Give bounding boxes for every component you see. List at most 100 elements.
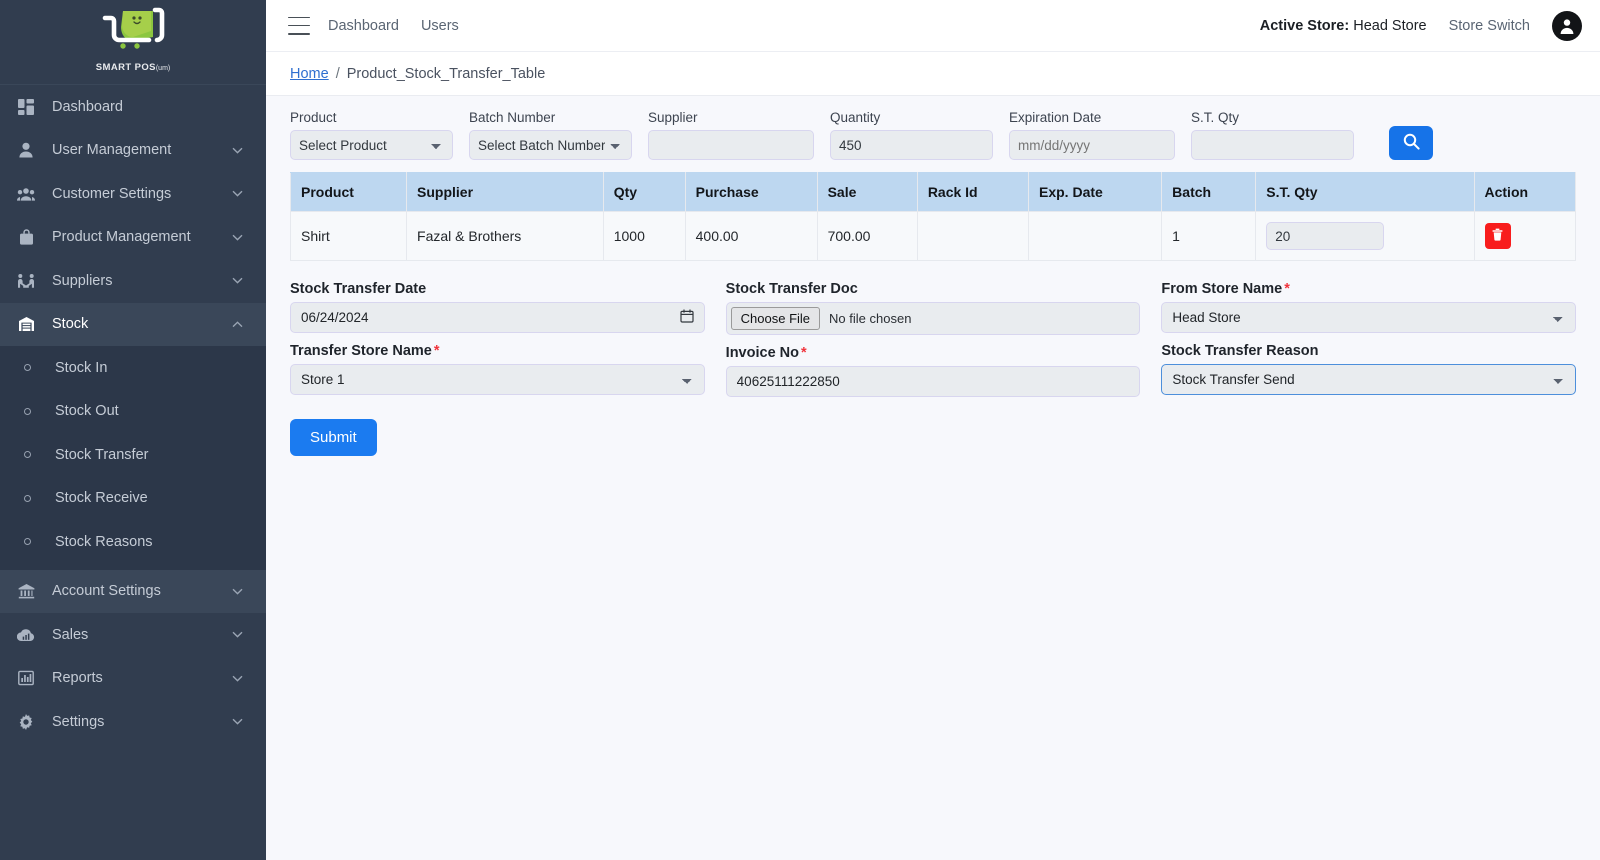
stock-submenu: Stock In Stock Out Stock Transfer Stock …: [0, 346, 266, 570]
hamburger-menu-icon[interactable]: [288, 16, 310, 35]
quantity-input[interactable]: [830, 130, 993, 160]
filter-quantity: Quantity: [830, 110, 993, 160]
invoice-no-input[interactable]: [725, 366, 1141, 397]
cell-action: [1473, 211, 1576, 261]
chevron-up-icon: [230, 321, 244, 328]
chevron-down-icon: [230, 190, 244, 197]
chevron-down-icon: [230, 631, 244, 638]
field-invoice-no: Invoice No *: [725, 345, 1141, 397]
file-status-text: No file chosen: [829, 311, 912, 326]
bar-chart-icon: [0, 670, 52, 686]
search-button[interactable]: [1389, 126, 1433, 160]
column-header-qty: Qty: [602, 172, 686, 212]
supplier-input[interactable]: [648, 130, 814, 160]
bullet-icon: [0, 451, 55, 459]
stock-transfer-reason-select[interactable]: Stock Transfer Send: [1161, 364, 1577, 395]
required-asterisk: *: [801, 345, 807, 361]
stock-transfer-table: Product Supplier Qty Purchase Sale Rack …: [289, 172, 1576, 261]
transfer-store-name-label: Transfer Store Name *: [290, 343, 440, 359]
top-header-right: Active Store: Head Store Store Switch: [1260, 10, 1582, 41]
filter-st-qty-label: S.T. Qty: [1191, 110, 1240, 125]
stock-transfer-date-input[interactable]: 06/24/2024: [290, 302, 705, 333]
stock-transfer-doc-label: Stock Transfer Doc: [725, 281, 858, 297]
sidebar-item-label: Reports: [52, 670, 103, 687]
brand-logo[interactable]: SMART POS(um): [0, 0, 266, 85]
sidebar-item-sales[interactable]: Sales: [0, 613, 266, 657]
transfer-store-name-select[interactable]: Store 1: [290, 364, 705, 395]
users-icon: [0, 186, 52, 202]
sidebar-item-account-settings[interactable]: Account Settings: [0, 569, 266, 613]
bullet-icon: [0, 494, 55, 502]
required-asterisk: *: [1284, 281, 1290, 297]
sidebar-subitem-stock-out[interactable]: Stock Out: [0, 390, 266, 434]
sidebar-subitem-stock-in[interactable]: Stock In: [0, 346, 266, 390]
filter-product: Product Select Product: [290, 110, 453, 160]
sidebar-subitem-stock-transfer[interactable]: Stock Transfer: [0, 433, 266, 477]
handshake-icon: [0, 273, 52, 289]
sidebar-item-label: User Management: [52, 142, 172, 159]
breadcrumb-home-link[interactable]: Home: [290, 66, 329, 82]
submit-button[interactable]: Submit: [290, 419, 377, 456]
filter-batch: Batch Number Select Batch Number: [469, 110, 632, 160]
column-header-exp-date: Exp. Date: [1027, 172, 1163, 212]
sidebar-item-product-management[interactable]: Product Management: [0, 216, 266, 260]
sidebar-nav: Dashboard User Management Customer Setti…: [0, 85, 266, 860]
cell-product: Shirt: [289, 211, 408, 261]
sidebar-item-label: Customer Settings: [52, 185, 172, 202]
sidebar-item-suppliers[interactable]: Suppliers: [0, 259, 266, 303]
batch-number-select[interactable]: Select Batch Number: [469, 130, 632, 160]
search-icon: [1403, 133, 1420, 153]
sidebar-subitem-stock-reasons[interactable]: Stock Reasons: [0, 520, 266, 564]
table-row: Shirt Fazal & Brothers 1000 400.00 700.0…: [289, 211, 1576, 261]
sidebar-item-dashboard[interactable]: Dashboard: [0, 85, 266, 129]
user-icon: [0, 142, 52, 158]
cell-qty: 1000: [602, 211, 686, 261]
column-header-product: Product: [289, 172, 408, 212]
topnav-link-dashboard[interactable]: Dashboard: [328, 18, 399, 34]
expiration-date-input[interactable]: [1009, 130, 1175, 160]
sidebar-subitem-label: Stock Out: [55, 403, 119, 420]
cell-batch: 1: [1161, 211, 1257, 261]
sidebar-item-label: Settings: [52, 713, 105, 730]
invoice-no-label: Invoice No *: [725, 345, 807, 361]
from-store-name-select[interactable]: Head Store: [1161, 302, 1577, 333]
filter-expiration-label: Expiration Date: [1009, 110, 1102, 125]
delete-row-button[interactable]: [1484, 223, 1511, 249]
sidebar-subitem-label: Stock Receive: [55, 490, 148, 507]
field-stock-transfer-reason: Stock Transfer Reason Stock Transfer Sen…: [1161, 343, 1577, 395]
store-switch-button[interactable]: Store Switch: [1449, 18, 1530, 34]
avatar[interactable]: [1552, 10, 1582, 41]
table-header-row: Product Supplier Qty Purchase Sale Rack …: [289, 172, 1576, 212]
topnav-link-users[interactable]: Users: [421, 18, 459, 34]
choose-file-button[interactable]: Choose File: [730, 307, 821, 330]
calendar-icon[interactable]: [680, 309, 694, 326]
column-header-rack-id: Rack Id: [916, 172, 1030, 212]
app-root: SMART POS(um) Dashboard User Management: [0, 0, 1600, 860]
filter-quantity-label: Quantity: [830, 110, 881, 125]
row-st-qty-input[interactable]: [1266, 222, 1385, 250]
form-column-right: From Store Name * Head Store Stock Transf…: [1161, 281, 1577, 397]
product-select[interactable]: Select Product: [290, 130, 453, 160]
chevron-down-icon: [230, 675, 244, 682]
sidebar-item-label: Stock: [52, 316, 89, 333]
table-body: Shirt Fazal & Brothers 1000 400.00 700.0…: [289, 211, 1576, 261]
form-column-left: Stock Transfer Date 06/24/2024 Transfer …: [290, 281, 705, 397]
sidebar-item-customer-settings[interactable]: Customer Settings: [0, 172, 266, 216]
cell-supplier: Fazal & Brothers: [406, 211, 604, 261]
sidebar-subitem-label: Stock Transfer: [55, 446, 149, 463]
column-header-batch: Batch: [1161, 172, 1257, 212]
filter-batch-label: Batch Number: [469, 110, 556, 125]
stock-transfer-doc-file-input[interactable]: Choose File No file chosen: [725, 302, 1141, 335]
sidebar-item-user-management[interactable]: User Management: [0, 129, 266, 173]
stock-transfer-date-value: 06/24/2024: [301, 310, 369, 325]
sidebar-item-reports[interactable]: Reports: [0, 657, 266, 701]
sidebar-item-stock[interactable]: Stock: [0, 302, 266, 346]
sidebar-subitem-stock-receive[interactable]: Stock Receive: [0, 477, 266, 521]
table-head: Product Supplier Qty Purchase Sale Rack …: [289, 172, 1576, 212]
sidebar-item-label: Suppliers: [52, 272, 113, 289]
sidebar-item-settings[interactable]: Settings: [0, 700, 266, 744]
warehouse-icon: [0, 316, 52, 332]
trash-icon: [1491, 228, 1504, 244]
breadcrumb-separator: /: [335, 65, 340, 82]
st-qty-input[interactable]: [1191, 130, 1354, 160]
